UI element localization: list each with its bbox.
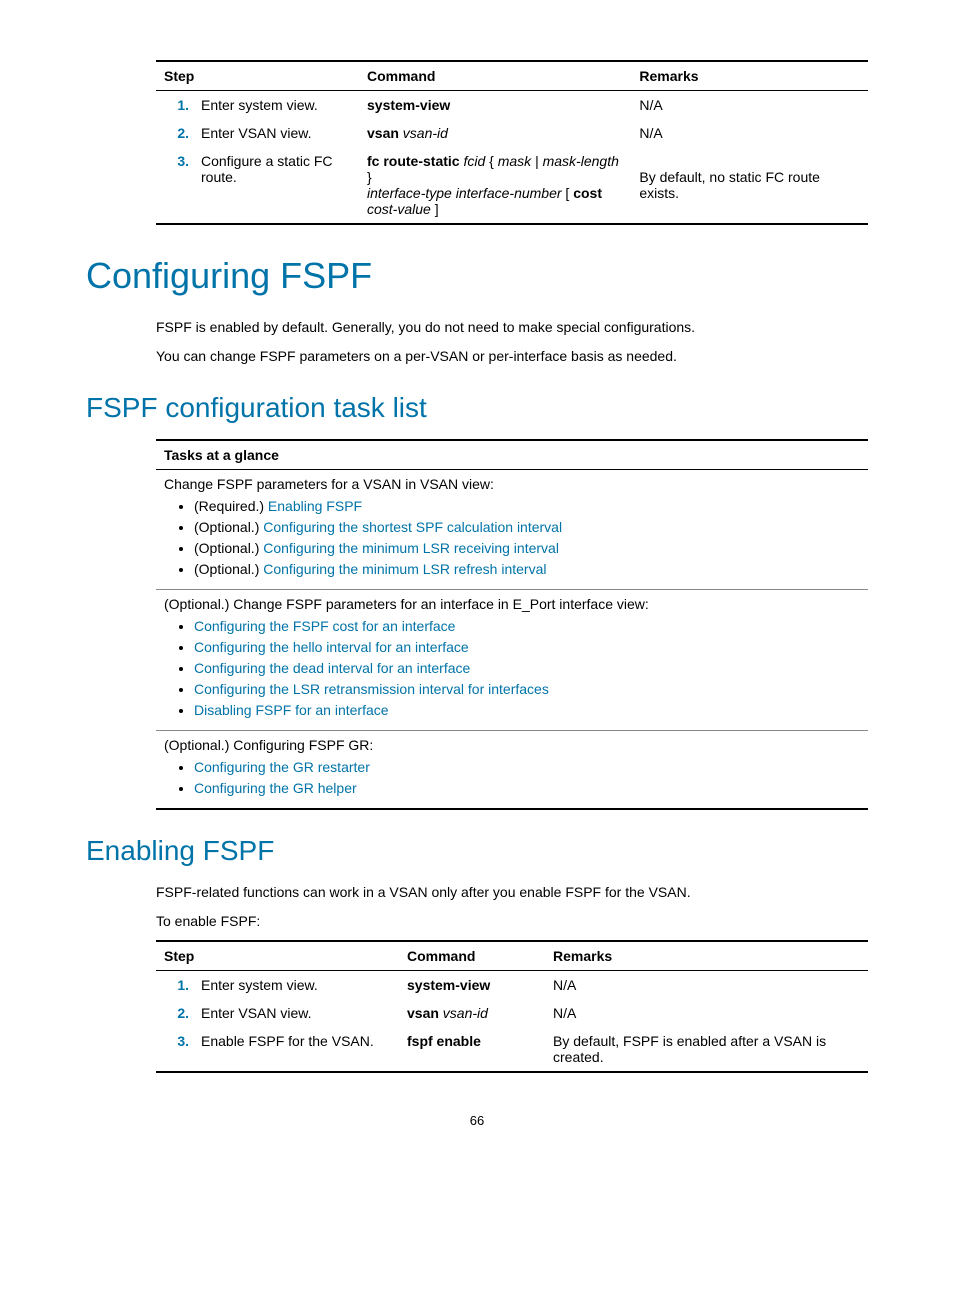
remarks-cell: By default, no static FC route exists. (631, 147, 868, 224)
step-number: 2. (156, 119, 193, 147)
link-enabling-fspf[interactable]: Enabling FSPF (268, 498, 362, 514)
step-desc: Enter system view. (193, 971, 399, 1000)
remarks-cell: By default, FSPF is enabled after a VSAN… (545, 1027, 868, 1072)
heading-enabling-fspf: Enabling FSPF (86, 835, 868, 867)
col-remarks: Remarks (631, 61, 868, 91)
link-hello-interval[interactable]: Configuring the hello interval for an in… (194, 639, 469, 655)
table-row: 2. Enter VSAN view. vsan vsan-id N/A (156, 999, 868, 1027)
remarks-cell: N/A (545, 999, 868, 1027)
section-intro: (Optional.) Change FSPF parameters for a… (164, 596, 649, 612)
list-item: Configuring the LSR retransmission inter… (194, 681, 860, 697)
link-fspf-cost[interactable]: Configuring the FSPF cost for an interfa… (194, 618, 455, 634)
enable-paragraph: To enable FSPF: (156, 911, 868, 932)
step-number: 1. (156, 91, 193, 120)
step-number: 3. (156, 1027, 193, 1072)
intro-paragraph: You can change FSPF parameters on a per-… (156, 346, 868, 367)
step-desc: Enter VSAN view. (193, 119, 359, 147)
link-lsr-receiving[interactable]: Configuring the minimum LSR receiving in… (263, 540, 559, 556)
section-intro: (Optional.) Configuring FSPF GR: (164, 737, 373, 753)
section-intro: Change FSPF parameters for a VSAN in VSA… (164, 476, 494, 492)
table-row: 1. Enter system view. system-view N/A (156, 91, 868, 120)
list-item: (Optional.) Configuring the minimum LSR … (194, 540, 860, 556)
step-desc: Enter system view. (193, 91, 359, 120)
command-cell: fc route-static fcid { mask | mask-lengt… (359, 147, 631, 224)
command-cell: fspf enable (399, 1027, 545, 1072)
tasks-section: (Optional.) Change FSPF parameters for a… (156, 590, 868, 731)
step-number: 3. (156, 147, 193, 224)
enable-paragraph: FSPF-related functions can work in a VSA… (156, 882, 868, 903)
tasks-section: (Optional.) Configuring FSPF GR: Configu… (156, 731, 868, 810)
step-number: 1. (156, 971, 193, 1000)
heading-configuring-fspf: Configuring FSPF (86, 255, 868, 297)
intro-paragraph: FSPF is enabled by default. Generally, y… (156, 317, 868, 338)
col-step: Step (156, 941, 399, 971)
link-gr-helper[interactable]: Configuring the GR helper (194, 780, 357, 796)
list-item: Disabling FSPF for an interface (194, 702, 860, 718)
list-item: Configuring the GR restarter (194, 759, 860, 775)
col-command: Command (399, 941, 545, 971)
list-item: Configuring the FSPF cost for an interfa… (194, 618, 860, 634)
link-dead-interval[interactable]: Configuring the dead interval for an int… (194, 660, 470, 676)
col-step: Step (156, 61, 359, 91)
link-gr-restarter[interactable]: Configuring the GR restarter (194, 759, 370, 775)
step-number: 2. (156, 999, 193, 1027)
task-list: Configuring the GR restarter Configuring… (164, 759, 860, 796)
list-item: (Required.) Enabling FSPF (194, 498, 860, 514)
list-item: (Optional.) Configuring the minimum LSR … (194, 561, 860, 577)
enable-fspf-table: Step Command Remarks 1. Enter system vie… (156, 940, 868, 1073)
list-item: Configuring the GR helper (194, 780, 860, 796)
link-spf-interval[interactable]: Configuring the shortest SPF calculation… (263, 519, 562, 535)
table-row: 1. Enter system view. system-view N/A (156, 971, 868, 1000)
remarks-cell: N/A (631, 91, 868, 120)
static-route-table: Step Command Remarks 1. Enter system vie… (156, 60, 868, 225)
step-desc: Configure a static FC route. (193, 147, 359, 224)
command-cell: vsan vsan-id (359, 119, 631, 147)
list-item: (Optional.) Configuring the shortest SPF… (194, 519, 860, 535)
table-row: 3. Enable FSPF for the VSAN. fspf enable… (156, 1027, 868, 1072)
col-remarks: Remarks (545, 941, 868, 971)
list-item: Configuring the dead interval for an int… (194, 660, 860, 676)
task-list: Configuring the FSPF cost for an interfa… (164, 618, 860, 718)
list-item: Configuring the hello interval for an in… (194, 639, 860, 655)
step-desc: Enable FSPF for the VSAN. (193, 1027, 399, 1072)
tasks-table: Tasks at a glance Change FSPF parameters… (156, 439, 868, 810)
task-list: (Required.) Enabling FSPF (Optional.) Co… (164, 498, 860, 577)
remarks-cell: N/A (545, 971, 868, 1000)
tasks-header: Tasks at a glance (156, 440, 868, 470)
table-row: 2. Enter VSAN view. vsan vsan-id N/A (156, 119, 868, 147)
link-lsr-retransmission[interactable]: Configuring the LSR retransmission inter… (194, 681, 549, 697)
page-number: 66 (86, 1113, 868, 1128)
command-cell: system-view (359, 91, 631, 120)
command-cell: system-view (399, 971, 545, 1000)
remarks-cell: N/A (631, 119, 868, 147)
step-desc: Enter VSAN view. (193, 999, 399, 1027)
command-cell: vsan vsan-id (399, 999, 545, 1027)
heading-task-list: FSPF configuration task list (86, 392, 868, 424)
link-disabling-fspf[interactable]: Disabling FSPF for an interface (194, 702, 389, 718)
tasks-section: Change FSPF parameters for a VSAN in VSA… (156, 470, 868, 590)
col-command: Command (359, 61, 631, 91)
table-row: 3. Configure a static FC route. fc route… (156, 147, 868, 224)
link-lsr-refresh[interactable]: Configuring the minimum LSR refresh inte… (263, 561, 546, 577)
